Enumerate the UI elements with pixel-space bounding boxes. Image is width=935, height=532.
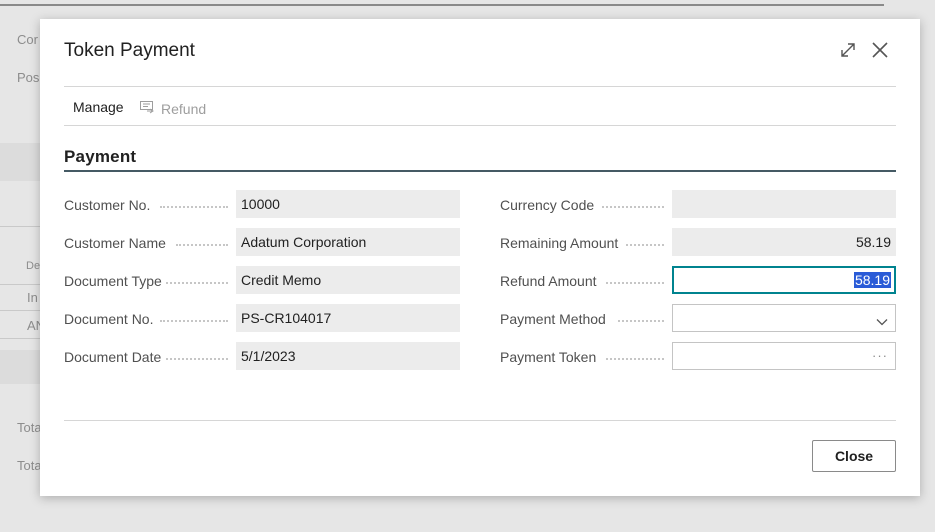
close-button[interactable]: Close — [812, 440, 896, 472]
background-divider — [0, 284, 40, 285]
expand-icon[interactable] — [837, 39, 859, 61]
refund-amount-input[interactable]: 58.19 — [672, 266, 896, 294]
section-title-payment: Payment — [64, 147, 137, 166]
background-divider — [0, 338, 40, 339]
payment-method-select[interactable] — [672, 304, 896, 332]
manage-action[interactable]: Manage — [73, 99, 124, 115]
customer-name-label: Customer Name — [64, 235, 166, 251]
payment-token-label: Payment Token — [500, 349, 597, 365]
leader-dots — [166, 282, 228, 284]
refund-icon — [139, 99, 155, 118]
chevron-down-icon[interactable] — [875, 311, 889, 337]
leader-dots — [618, 320, 664, 322]
background-divider — [0, 310, 40, 311]
leader-dots — [606, 282, 664, 284]
refund-label: Refund — [161, 100, 207, 117]
token-payment-dialog: Token Payment Manage Refund Payment Cust… — [40, 19, 920, 496]
close-icon[interactable] — [869, 39, 891, 61]
document-type-field[interactable]: Credit Memo — [236, 266, 460, 294]
lookup-ellipsis-icon[interactable]: ··· — [872, 343, 888, 369]
document-no-label: Document No. — [64, 311, 154, 327]
remaining-amount-label: Remaining Amount — [500, 235, 619, 251]
currency-code-label: Currency Code — [500, 197, 595, 213]
leader-dots — [166, 358, 228, 360]
customer-name-field[interactable]: Adatum Corporation — [236, 228, 460, 256]
refund-action: Refund — [139, 99, 206, 118]
background-label: Cor — [17, 32, 38, 47]
background-band — [0, 143, 40, 181]
document-type-label: Document Type — [64, 273, 162, 289]
document-no-field[interactable]: PS-CR104017 — [236, 304, 460, 332]
payment-token-input[interactable]: ··· — [672, 342, 896, 370]
action-bar-divider — [64, 125, 896, 126]
leader-dots — [160, 206, 228, 208]
refund-amount-label: Refund Amount — [500, 273, 597, 289]
section-divider — [64, 170, 896, 172]
leader-dots — [606, 358, 664, 360]
header-divider — [64, 86, 896, 87]
leader-dots — [602, 206, 664, 208]
background-label: Pos — [17, 70, 40, 85]
leader-dots — [626, 244, 664, 246]
background-label: De — [26, 260, 41, 272]
currency-code-field[interactable] — [672, 190, 896, 218]
background-top-line — [0, 4, 884, 6]
customer-no-label: Customer No. — [64, 197, 151, 213]
manage-label: Manage — [73, 99, 124, 115]
document-date-label: Document Date — [64, 349, 162, 365]
background-band — [0, 350, 40, 384]
document-date-field[interactable]: 5/1/2023 — [236, 342, 460, 370]
refund-amount-selected-text: 58.19 — [853, 272, 891, 288]
background-row-text: In — [27, 290, 38, 305]
leader-dots — [160, 320, 228, 322]
remaining-amount-field[interactable]: 58.19 — [672, 228, 896, 256]
leader-dots — [176, 244, 228, 246]
payment-method-label: Payment Method — [500, 311, 606, 327]
background-total-label: Tota — [17, 420, 42, 435]
footer-divider — [64, 420, 896, 421]
background-total-label: Tota — [17, 458, 42, 473]
dialog-title: Token Payment — [64, 40, 195, 61]
customer-no-field[interactable]: 10000 — [236, 190, 460, 218]
background-divider — [0, 226, 40, 227]
